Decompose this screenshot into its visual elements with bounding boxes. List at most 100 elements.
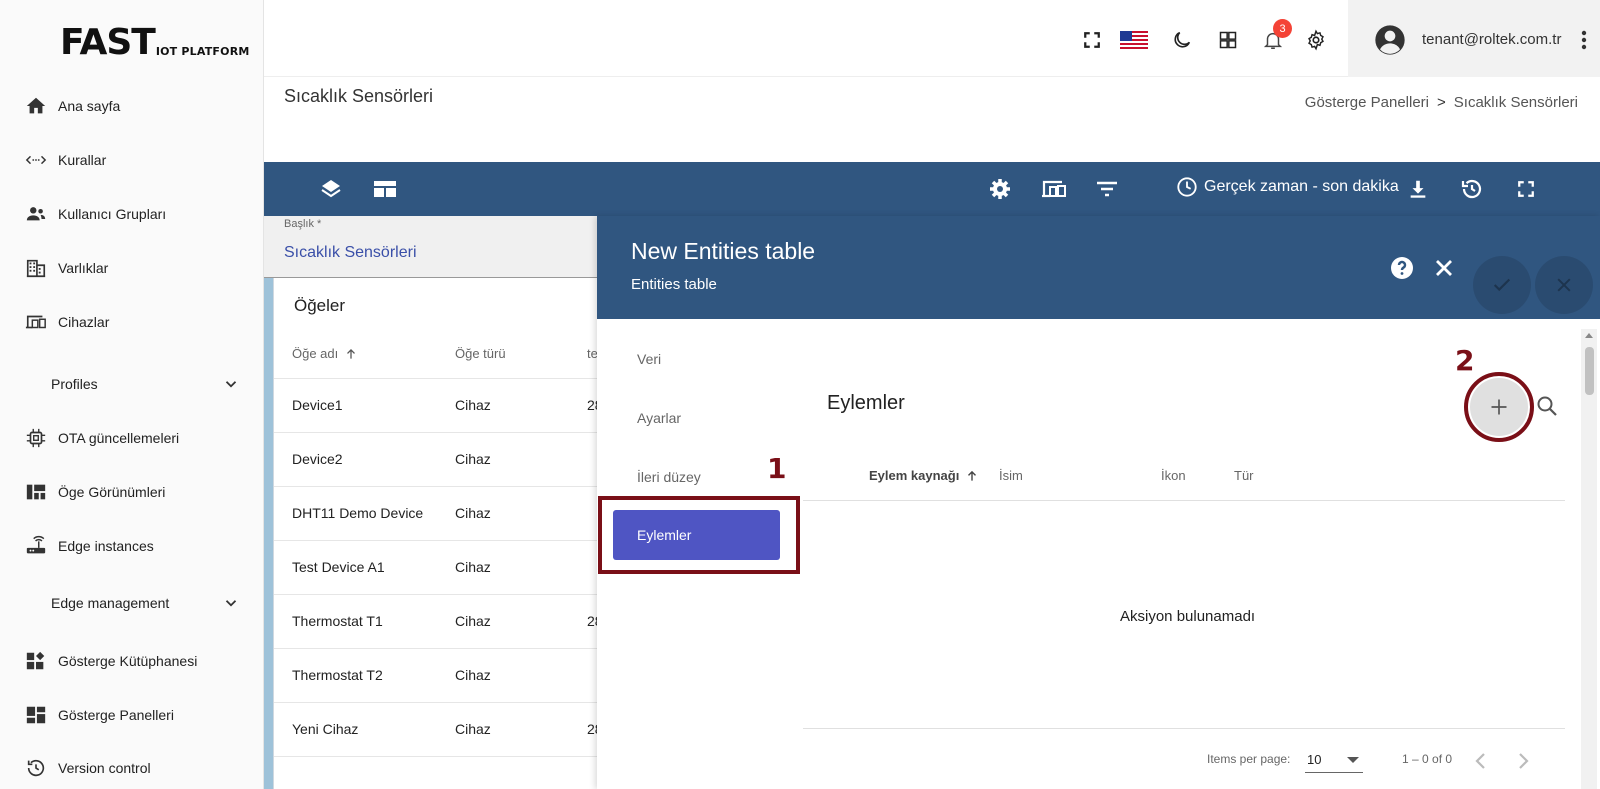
column-label: Eylem kaynağı <box>869 468 960 483</box>
column-header-action-source[interactable]: Eylem kaynağı <box>869 468 979 483</box>
check-icon <box>1493 278 1511 292</box>
sidebar-item-devices[interactable]: Cihazlar <box>0 304 263 340</box>
cell-name: Thermostat T2 <box>292 667 383 683</box>
table-row[interactable]: DHT11 Demo Device Cihaz <box>274 486 601 540</box>
sidebar-group-profiles[interactable]: Profiles <box>0 366 263 402</box>
tab-advanced[interactable]: İleri düzey <box>613 452 780 502</box>
search-icon[interactable] <box>1535 394 1559 418</box>
us-flag-icon[interactable] <box>1120 28 1148 52</box>
layers-icon[interactable] <box>319 177 343 201</box>
sidebar-group-label: Profiles <box>51 376 98 392</box>
dark-mode-icon[interactable] <box>1170 28 1194 52</box>
widgets-icon <box>25 650 47 672</box>
scrollbar[interactable] <box>1581 329 1597 789</box>
chevron-right-icon[interactable] <box>1511 749 1535 773</box>
column-header-type[interactable]: Tür <box>1234 468 1254 483</box>
cell-type: Cihaz <box>455 559 491 575</box>
notifications-button[interactable]: 3 <box>1261 19 1292 52</box>
annotation-number-2: 2 <box>1455 344 1475 377</box>
logo[interactable]: FAST IOT PLATFORM <box>60 22 250 62</box>
table-row[interactable]: Thermostat T1 Cihaz 28 <box>274 594 603 648</box>
sidebar-item-version-control[interactable]: Version control <box>0 750 263 786</box>
filter-icon[interactable] <box>1095 177 1119 201</box>
chevron-left-icon[interactable] <box>1469 749 1493 773</box>
user-menu[interactable]: tenant@roltek.com.tr <box>1348 0 1600 77</box>
table-row[interactable]: Device1 Cihaz 28 <box>274 378 603 432</box>
sidebar: FAST IOT PLATFORM Ana sayfa Kurallar Kul… <box>0 0 264 789</box>
timewindow-selector[interactable]: Gerçek zaman - son dakika <box>1176 176 1399 198</box>
history-icon[interactable] <box>1460 177 1484 201</box>
table-row[interactable]: Test Device A1 Cihaz <box>274 540 601 594</box>
sidebar-group-label: Edge management <box>51 595 170 611</box>
sidebar-group-edge-management[interactable]: Edge management <box>0 585 263 621</box>
sidebar-item-label: Ana sayfa <box>58 98 121 114</box>
sidebar-item-rules[interactable]: Kurallar <box>0 142 263 178</box>
annotation-box-1 <box>598 496 800 574</box>
dropdown-arrow-icon <box>1347 757 1359 763</box>
sidebar-item-label: Cihazlar <box>58 314 110 330</box>
devices-icon <box>25 311 47 333</box>
apps-grid-icon[interactable] <box>1216 28 1240 52</box>
logo-main: FAST <box>60 22 156 63</box>
users-icon <box>25 203 47 225</box>
sidebar-item-user-groups[interactable]: Kullanıcı Grupları <box>0 196 263 232</box>
sidebar-item-ota-updates[interactable]: OTA güncellemeleri <box>0 420 263 456</box>
actions-title: Eylemler <box>827 392 905 414</box>
column-header-name[interactable]: İsim <box>999 468 1023 483</box>
scroll-up-arrow[interactable] <box>1585 333 1593 338</box>
sidebar-item-assets[interactable]: Varlıklar <box>0 250 263 286</box>
discard-button[interactable] <box>1535 256 1593 314</box>
settings-icon[interactable] <box>988 177 1012 201</box>
cell-name: Device2 <box>292 451 343 467</box>
sidebar-item-label: Gösterge Kütüphanesi <box>58 653 198 669</box>
sidebar-item-home[interactable]: Ana sayfa <box>0 88 263 124</box>
settings-gear-icon[interactable] <box>1304 28 1328 52</box>
title-field-label: Başlık * <box>284 218 322 230</box>
empty-state-message: Aksiyon bulunamadı <box>1120 608 1256 625</box>
sidebar-item-label: Kullanıcı Grupları <box>58 206 167 222</box>
entity-aliases-icon[interactable] <box>1041 177 1069 201</box>
view-quilt-icon <box>25 481 47 503</box>
more-vert-icon[interactable] <box>1574 28 1594 52</box>
sidebar-item-dashboards[interactable]: Gösterge Panelleri <box>0 697 263 733</box>
fullscreen-icon[interactable] <box>1514 177 1538 201</box>
chevron-down-icon <box>225 600 237 607</box>
breadcrumb-dashboards[interactable]: Gösterge Panelleri <box>1305 94 1429 111</box>
download-icon[interactable] <box>1406 177 1430 201</box>
table-row[interactable]: Yeni Cihaz Cihaz 28 <box>274 702 603 756</box>
scrollbar-thumb[interactable] <box>1585 347 1594 395</box>
cell-name: Test Device A1 <box>292 559 385 575</box>
breadcrumb: Gösterge Panelleri > Sıcaklık Sensörleri <box>1305 94 1578 111</box>
sidebar-item-widget-library[interactable]: Gösterge Kütüphanesi <box>0 643 263 679</box>
widget-title: Öğeler <box>294 296 346 315</box>
dashboard-toolbar: Gerçek zaman - son dakika <box>264 162 1600 216</box>
sidebar-item-label: Öge Görünümleri <box>58 484 166 500</box>
fullscreen-icon[interactable] <box>1080 28 1104 52</box>
table-row[interactable]: Thermostat T2 Cihaz <box>274 648 601 702</box>
router-icon <box>25 535 47 557</box>
column-header-entity-name[interactable]: Öğe adı <box>292 346 358 361</box>
tab-settings[interactable]: Ayarlar <box>613 393 780 443</box>
dialog-subtitle: Entities table <box>631 276 717 293</box>
table-row[interactable]: Device2 Cihaz <box>274 432 601 486</box>
breadcrumb-separator: > <box>1437 94 1446 111</box>
dashboard-title-field[interactable]: Başlık * Sıcaklık Sensörleri <box>264 216 600 278</box>
column-header-icon[interactable]: İkon <box>1161 468 1186 483</box>
tab-data[interactable]: Veri <box>613 334 780 384</box>
apply-button[interactable] <box>1473 256 1531 314</box>
code-icon <box>25 149 47 171</box>
paginator-range: 1 – 0 of 0 <box>1402 752 1453 766</box>
cell-type: Cihaz <box>455 451 491 467</box>
sidebar-item-entity-views[interactable]: Öge Görünümleri <box>0 474 263 510</box>
sidebar-item-edge-instances[interactable]: Edge instances <box>0 528 263 564</box>
timewindow-label: Gerçek zaman - son dakika <box>1204 178 1399 195</box>
close-icon[interactable] <box>1432 256 1456 280</box>
sidebar-item-label: Edge instances <box>58 538 154 554</box>
help-icon[interactable] <box>1390 256 1414 280</box>
layout-icon[interactable] <box>373 177 397 201</box>
user-email: tenant@roltek.com.tr <box>1422 31 1562 48</box>
sidebar-item-label: Version control <box>58 760 151 776</box>
cell-type: Cihaz <box>455 667 491 683</box>
column-header-entity-type[interactable]: Öğe türü <box>455 346 506 361</box>
items-per-page-select[interactable]: 10 <box>1305 747 1363 773</box>
